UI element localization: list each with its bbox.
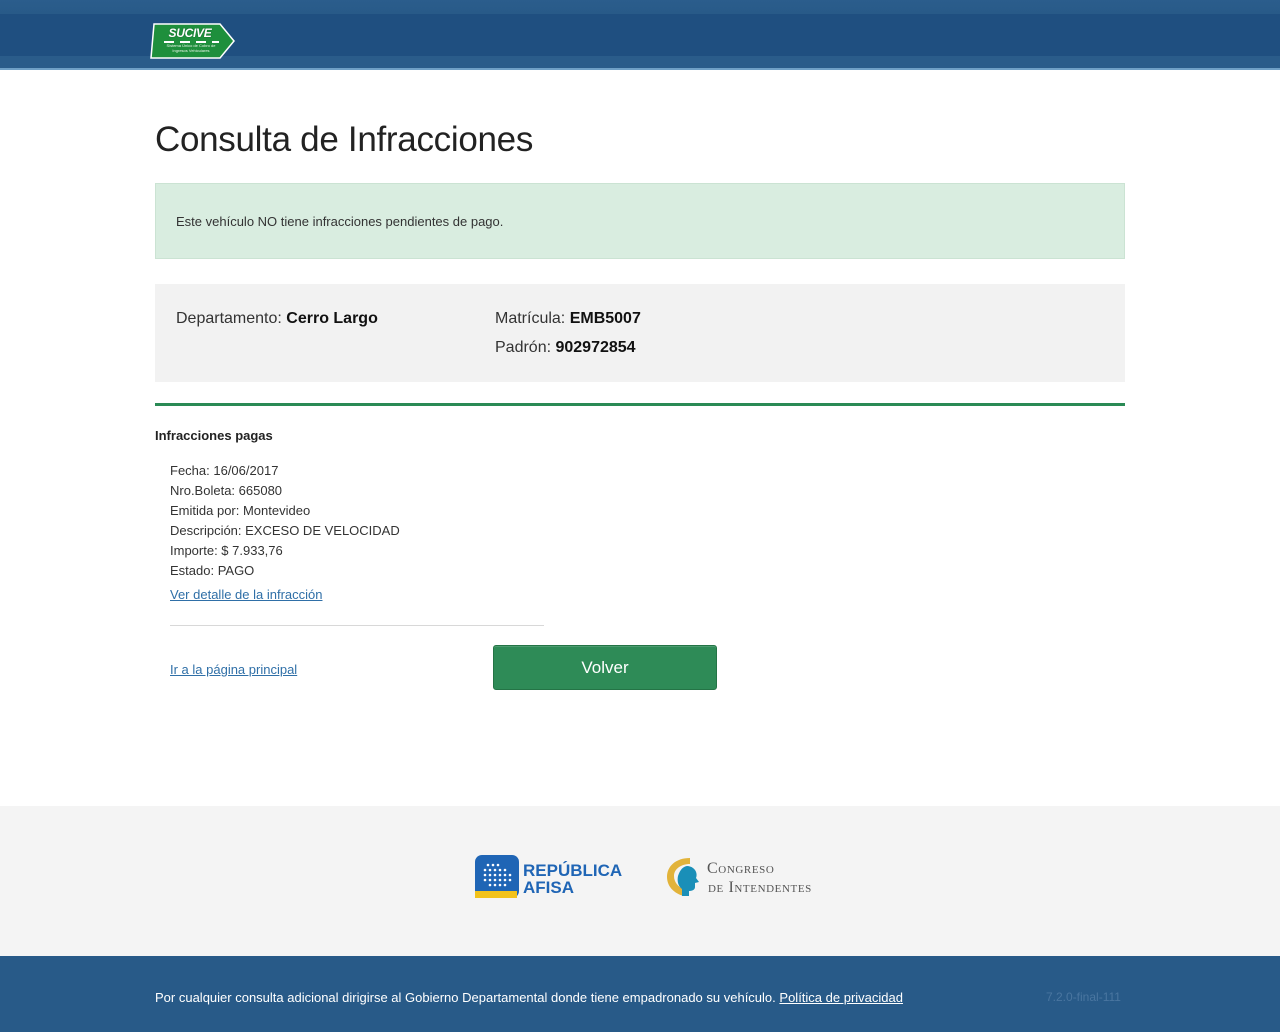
congreso-intendentes-logo-icon[interactable] xyxy=(664,856,700,898)
departamento-row: Departamento: Cerro Largo xyxy=(176,310,378,328)
infraction-importe: Importe: $ 7.933,76 xyxy=(170,543,283,558)
footer-text: Por cualquier consulta adicional dirigir… xyxy=(155,990,776,1005)
congreso-line2: de Intendentes xyxy=(708,879,812,896)
matricula-value: EMB5007 xyxy=(569,310,641,327)
version-label: 7.2.0-final-111 xyxy=(1046,990,1121,1004)
detail-divider xyxy=(170,625,544,626)
back-button[interactable]: Volver xyxy=(493,645,717,690)
infraction-descripcion: Descripción: EXCESO DE VELOCIDAD xyxy=(170,523,400,538)
congreso-line1: Congreso xyxy=(707,860,775,877)
infraction-boleta: Nro.Boleta: 665080 xyxy=(170,483,283,498)
republica-afisa-wordmark: REPÚBLICA AFISA xyxy=(523,862,622,896)
infraction-emitida: Emitida por: Montevideo xyxy=(170,503,311,518)
republica-afisa-logo-icon[interactable] xyxy=(475,855,519,898)
matricula-label: Matrícula: xyxy=(495,310,570,327)
status-alert: Este vehículo NO tiene infracciones pend… xyxy=(155,183,1125,259)
republica-line2: AFISA xyxy=(523,878,574,897)
infraction-detail: Fecha: 16/06/2017 Nro.Boleta: 665080 Emi… xyxy=(170,463,400,583)
privacy-policy-link[interactable]: Política de privacidad xyxy=(779,990,903,1005)
home-link[interactable]: Ir a la página principal xyxy=(170,662,297,677)
infraction-detail-link[interactable]: Ver detalle de la infracción xyxy=(170,587,322,602)
padron-label: Padrón: xyxy=(495,339,556,356)
footer-message: Por cualquier consulta adicional dirigir… xyxy=(155,990,903,1005)
logo-subtitle: Sistema Único de Cobro de Ingresos Vehic… xyxy=(166,43,216,53)
logo-title: SUCIVE xyxy=(168,26,212,40)
section-divider xyxy=(155,403,1125,406)
departamento-label: Departamento: xyxy=(176,310,287,327)
padron-value: 902972854 xyxy=(555,339,636,356)
page-title: Consulta de Infracciones xyxy=(155,120,534,159)
departamento-value: Cerro Largo xyxy=(286,310,378,327)
padron-row: Padrón: 902972854 xyxy=(495,339,636,357)
partner-logos-band xyxy=(0,806,1280,956)
infraction-fecha: Fecha: 16/06/2017 xyxy=(170,463,279,478)
matricula-row: Matrícula: EMB5007 xyxy=(495,310,641,328)
republica-line1: REPÚBLICA xyxy=(523,861,623,880)
vehicle-info-panel: Departamento: Cerro Largo Matrícula: EMB… xyxy=(155,284,1125,382)
congreso-wordmark: Congreso de Intendentes xyxy=(707,859,812,897)
infraction-estado: Estado: PAGO xyxy=(170,563,255,578)
section-title: Infracciones pagas xyxy=(155,428,273,443)
alert-message: Este vehículo NO tiene infracciones pend… xyxy=(176,214,504,229)
